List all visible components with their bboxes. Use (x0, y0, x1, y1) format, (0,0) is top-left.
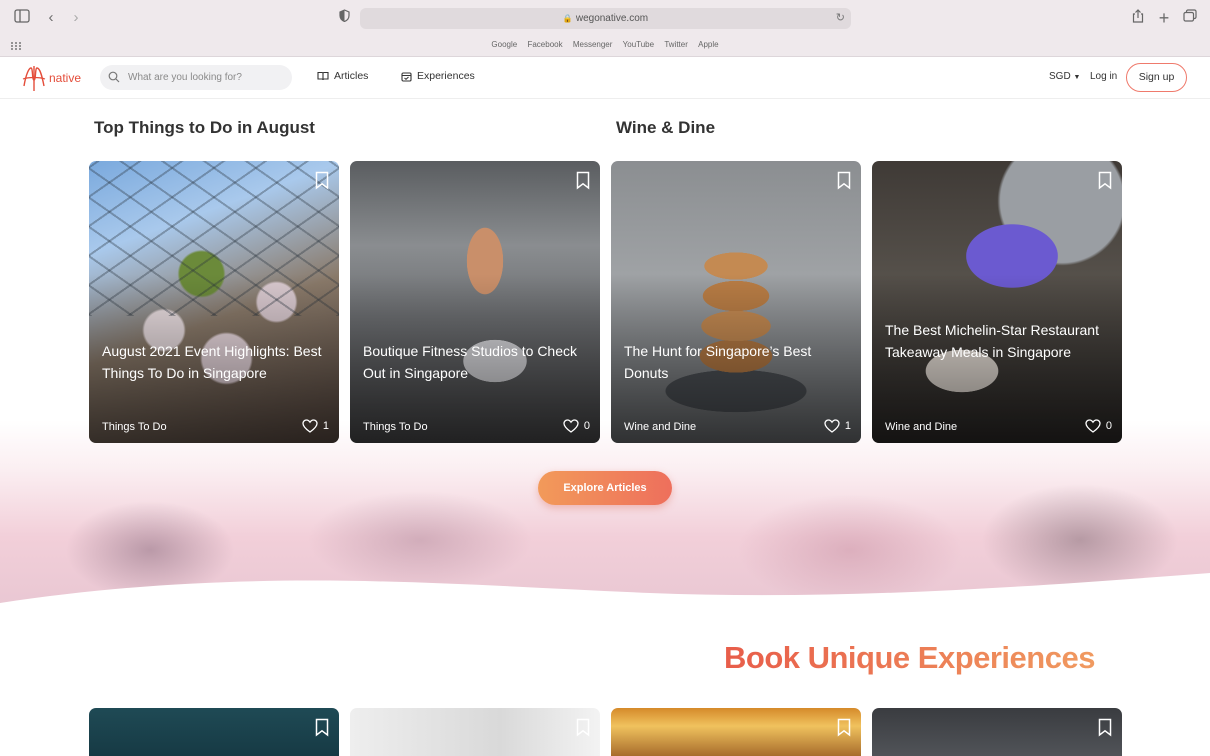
bookmark-icon[interactable] (837, 171, 851, 190)
bookmark-icon[interactable] (315, 718, 329, 737)
bookmark-icon[interactable] (1098, 718, 1112, 737)
calendar-check-icon (401, 71, 412, 82)
experience-card[interactable] (872, 708, 1122, 756)
experience-card[interactable] (611, 708, 861, 756)
like-count-value: 0 (583, 420, 590, 432)
reload-icon[interactable]: ↻ (836, 8, 845, 29)
nav-experiences-label: Experiences (417, 70, 475, 82)
article-card[interactable]: Boutique Fitness Studios to Check Out in… (350, 161, 600, 443)
card-category: Things To Do (102, 421, 167, 433)
wave-divider (0, 573, 1210, 625)
favorite-apple[interactable]: Apple (698, 40, 718, 49)
nav-articles[interactable]: Articles (317, 70, 368, 82)
article-card[interactable]: August 2021 Event Highlights: Best Thing… (89, 161, 339, 443)
like-count-value: 1 (844, 420, 851, 432)
caret-down-icon: ▼ (1073, 74, 1081, 81)
experience-card[interactable] (350, 708, 600, 756)
heart-icon (824, 419, 840, 433)
site-logo[interactable]: native (22, 64, 81, 92)
like-count-value: 1 (322, 420, 329, 432)
explore-articles-button[interactable]: Explore Articles (538, 471, 672, 505)
logo-text: native (49, 71, 82, 85)
nav-articles-label: Articles (334, 70, 369, 82)
search-input[interactable] (128, 65, 286, 90)
sidebar-toggle-icon[interactable] (12, 9, 32, 27)
favorite-messenger[interactable]: Messenger (573, 40, 613, 49)
favorites-bar: Google Facebook Messenger YouTube Twitte… (0, 40, 1210, 49)
bookmark-icon[interactable] (1098, 171, 1112, 190)
heart-icon (302, 419, 318, 433)
nav-experiences[interactable]: Experiences (401, 70, 475, 82)
card-title: Boutique Fitness Studios to Check Out in… (363, 343, 578, 381)
address-bar[interactable]: 🔒 wegonative.com ↻ (360, 8, 851, 29)
article-card[interactable]: The Hunt for Singapore’s Best Donuts Win… (611, 161, 861, 443)
card-category: Wine and Dine (624, 421, 697, 433)
tabs-overview-icon[interactable] (1180, 9, 1200, 27)
forward-icon[interactable]: › (66, 9, 86, 27)
share-icon[interactable] (1128, 9, 1148, 27)
currency-label: SGD (1049, 71, 1071, 82)
bookmark-icon[interactable] (576, 171, 590, 190)
new-tab-icon[interactable]: + (1154, 9, 1174, 27)
heart-icon (1085, 419, 1101, 433)
privacy-shield-icon[interactable] (334, 9, 354, 27)
section-title-top-things: Top Things to Do in August (94, 118, 315, 137)
article-card[interactable]: The Best Michelin-Star Restaurant Takeaw… (872, 161, 1122, 443)
native-logo-icon (22, 66, 46, 91)
bookmark-icon[interactable] (837, 718, 851, 737)
heart-icon (563, 419, 579, 433)
favorite-youtube[interactable]: YouTube (623, 40, 654, 49)
card-title: August 2021 Event Highlights: Best Thing… (102, 343, 322, 381)
bookmark-icon[interactable] (576, 718, 590, 737)
search-box[interactable] (100, 65, 292, 90)
login-link[interactable]: Log in (1090, 71, 1117, 82)
favorite-google[interactable]: Google (491, 40, 517, 49)
card-category: Wine and Dine (885, 421, 958, 433)
currency-selector[interactable]: SGD ▼ (1049, 71, 1080, 82)
experience-card[interactable] (89, 708, 339, 756)
book-icon (317, 71, 329, 81)
like-count[interactable]: 1 (824, 419, 851, 433)
bookmark-icon[interactable] (315, 171, 329, 190)
like-count[interactable]: 0 (563, 419, 590, 433)
browser-toolbar: ‹ › 🔒 wegonative.com ↻ + Google Facebook … (0, 0, 1210, 57)
favorite-twitter[interactable]: Twitter (664, 40, 688, 49)
search-icon (108, 71, 120, 83)
url-text: wegonative.com (575, 13, 649, 24)
site-header: native Articles Experiences SGD ▼ Log in… (0, 57, 1210, 99)
back-icon[interactable]: ‹ (41, 9, 61, 27)
section-title-wine-dine: Wine & Dine (616, 118, 716, 137)
lock-icon: 🔒 (562, 14, 573, 23)
like-count-value: 0 (1105, 420, 1112, 432)
signup-button[interactable]: Sign up (1126, 63, 1187, 92)
card-category: Things To Do (363, 421, 428, 433)
card-title: The Best Michelin-Star Restaurant Takeaw… (885, 322, 1099, 360)
like-count[interactable]: 1 (302, 419, 329, 433)
card-title: The Hunt for Singapore’s Best Donuts (624, 343, 812, 381)
section-title-book-experiences: Book Unique Experiences (724, 640, 1095, 675)
favorite-facebook[interactable]: Facebook (527, 40, 562, 49)
like-count[interactable]: 0 (1085, 419, 1112, 433)
